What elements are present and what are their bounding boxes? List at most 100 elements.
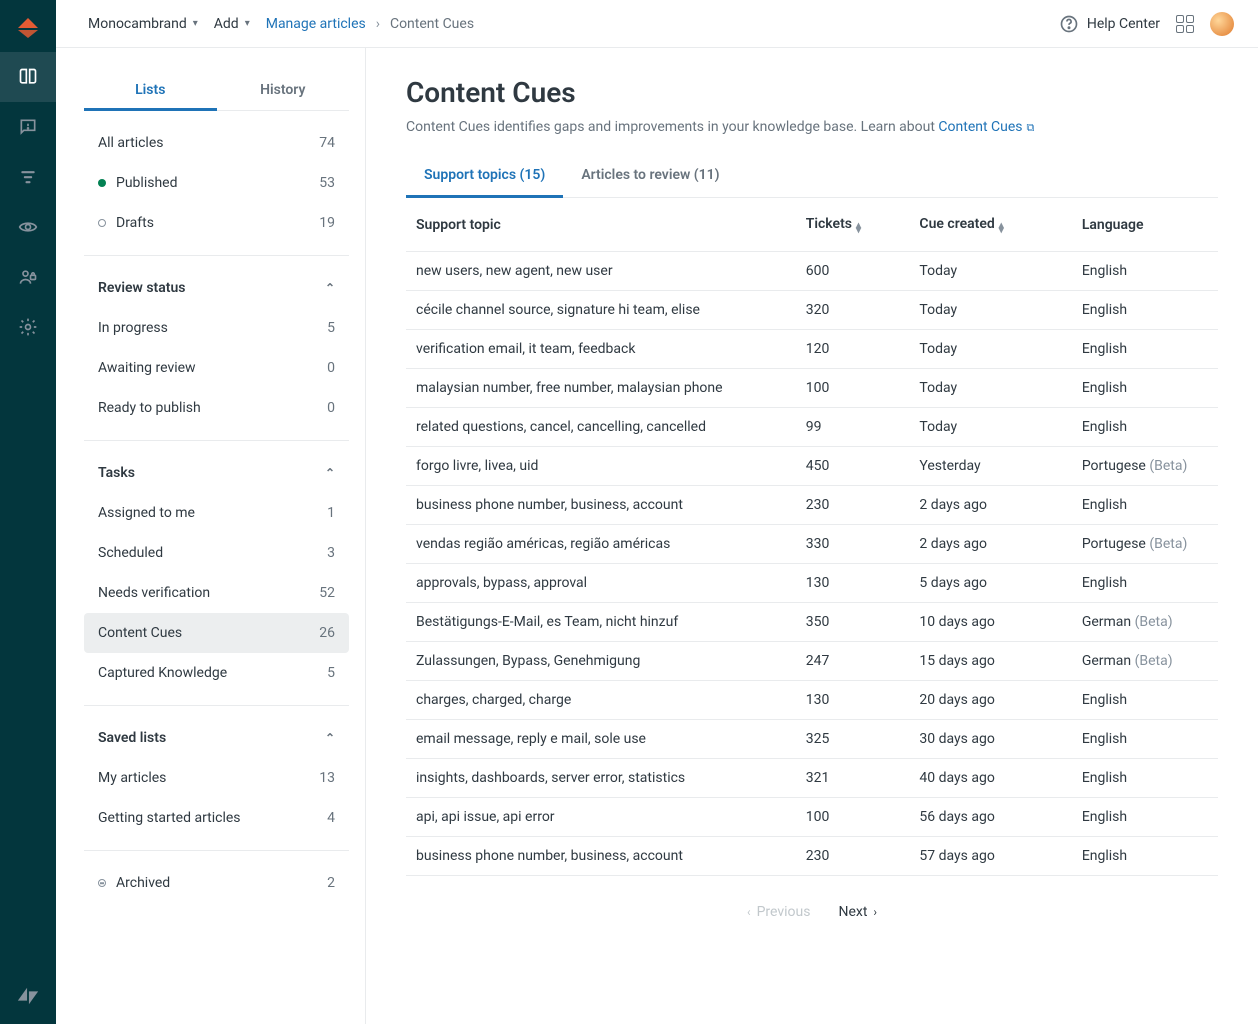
breadcrumb-manage-articles[interactable]: Manage articles: [266, 16, 366, 32]
tab-lists[interactable]: Lists: [84, 72, 217, 111]
tab-articles-to-review[interactable]: Articles to review (11): [563, 155, 737, 197]
app-switcher-icon[interactable]: [1176, 15, 1194, 33]
sidebar-item-label: Content Cues: [98, 625, 182, 641]
external-link-icon: ⧉: [1027, 121, 1035, 135]
cell-topic: forgo livre, livea, uid: [406, 447, 796, 486]
table-row[interactable]: verification email, it team, feedback120…: [406, 330, 1218, 369]
status-dot-icon: [98, 219, 106, 227]
sidebar-item-archived[interactable]: Archived 2: [84, 863, 349, 903]
sidebar-item-count: 2: [327, 875, 335, 891]
sidebar-item[interactable]: Content Cues 26: [84, 613, 349, 653]
chevron-left-icon: ‹: [747, 905, 751, 919]
table-row[interactable]: business phone number, business, account…: [406, 486, 1218, 525]
table-row[interactable]: api, api issue, api error10056 days agoE…: [406, 798, 1218, 837]
section-title: Saved lists: [98, 730, 166, 746]
sidebar-item-count: 5: [327, 320, 335, 336]
sidebar-item[interactable]: Captured Knowledge 5: [84, 653, 349, 693]
sidebar-item[interactable]: All articles74: [84, 123, 349, 163]
tab-history[interactable]: History: [217, 72, 350, 110]
cell-topic: email message, reply e mail, sole use: [406, 720, 796, 759]
table-row[interactable]: new users, new agent, new user600TodayEn…: [406, 252, 1218, 291]
cell-created: 2 days ago: [909, 486, 1071, 525]
sidebar-item-label: Ready to publish: [98, 400, 201, 416]
sort-icon: ▴▾: [999, 223, 1004, 233]
content-cues-doc-link[interactable]: Content Cues⧉: [938, 119, 1034, 135]
table-row[interactable]: business phone number, business, account…: [406, 837, 1218, 876]
sidebar-item-count: 19: [319, 215, 335, 231]
sidebar-item[interactable]: Published53: [84, 163, 349, 203]
nav-permissions[interactable]: [0, 252, 56, 302]
sidebar-item-count: 26: [319, 625, 335, 641]
cell-created: 5 days ago: [909, 564, 1071, 603]
cell-language: English: [1072, 291, 1218, 330]
next-button[interactable]: Next›: [838, 904, 877, 920]
nav-customize[interactable]: [0, 202, 56, 252]
add-label: Add: [214, 16, 239, 32]
cell-topic: insights, dashboards, server error, stat…: [406, 759, 796, 798]
table-row[interactable]: approvals, bypass, approval1305 days ago…: [406, 564, 1218, 603]
chevron-up-icon: ⌃: [325, 466, 335, 480]
sidebar-item-count: 5: [327, 665, 335, 681]
cell-tickets: 450: [796, 447, 910, 486]
help-center-label: Help Center: [1087, 16, 1160, 32]
section-tasks[interactable]: Tasks ⌃: [84, 453, 349, 493]
table-row[interactable]: charges, charged, charge13020 days agoEn…: [406, 681, 1218, 720]
cell-language: English: [1072, 369, 1218, 408]
table-row[interactable]: related questions, cancel, cancelling, c…: [406, 408, 1218, 447]
cell-created: Today: [909, 369, 1071, 408]
col-tickets[interactable]: Tickets▴▾: [796, 198, 910, 252]
nav-moderate[interactable]: [0, 102, 56, 152]
sidebar-item-label: Getting started articles: [98, 810, 241, 826]
add-dropdown[interactable]: Add ▾: [214, 16, 250, 32]
cell-created: 10 days ago: [909, 603, 1071, 642]
table-row[interactable]: Zulassungen, Bypass, Genehmigung24715 da…: [406, 642, 1218, 681]
workspace-dropdown[interactable]: Monocambrand ▾: [88, 16, 198, 32]
sidebar-item[interactable]: Ready to publish0: [84, 388, 349, 428]
nav-arrange[interactable]: [0, 152, 56, 202]
sidebar-item[interactable]: Needs verification52: [84, 573, 349, 613]
cell-tickets: 247: [796, 642, 910, 681]
sidebar-item-label: All articles: [98, 135, 163, 151]
cell-tickets: 321: [796, 759, 910, 798]
zendesk-logo: [0, 968, 56, 1024]
table-row[interactable]: forgo livre, livea, uid450YesterdayPortu…: [406, 447, 1218, 486]
sidebar-item-label: Awaiting review: [98, 360, 196, 376]
avatar[interactable]: [1210, 12, 1234, 36]
sidebar-item[interactable]: Scheduled3: [84, 533, 349, 573]
cell-topic: business phone number, business, account: [406, 486, 796, 525]
status-dot-icon: [98, 179, 106, 187]
sidebar-item[interactable]: My articles13: [84, 758, 349, 798]
sidebar-item-label: My articles: [98, 770, 166, 786]
cell-topic: api, api issue, api error: [406, 798, 796, 837]
sidebar-item[interactable]: Assigned to me1: [84, 493, 349, 533]
sidebar-item[interactable]: Drafts 19: [84, 203, 349, 243]
table-row[interactable]: malaysian number, free number, malaysian…: [406, 369, 1218, 408]
sidebar-item[interactable]: Awaiting review0: [84, 348, 349, 388]
nav-guide[interactable]: [0, 52, 56, 102]
nav-rail: [0, 0, 56, 1024]
table-row[interactable]: insights, dashboards, server error, stat…: [406, 759, 1218, 798]
table-row[interactable]: cécile channel source, signature hi team…: [406, 291, 1218, 330]
cell-tickets: 120: [796, 330, 910, 369]
col-cue-created[interactable]: Cue created▴▾: [909, 198, 1071, 252]
breadcrumb-current: Content Cues: [390, 16, 474, 32]
table-row[interactable]: Bestätigungs-E-Mail, es Team, nicht hinz…: [406, 603, 1218, 642]
tab-support-topics[interactable]: Support topics (15): [406, 155, 563, 198]
sidebar-item-label: Drafts: [116, 215, 154, 231]
topics-table: Support topic Tickets▴▾ Cue created▴▾ La…: [406, 198, 1218, 876]
section-saved-lists[interactable]: Saved lists ⌃: [84, 718, 349, 758]
section-review-status[interactable]: Review status ⌃: [84, 268, 349, 308]
content: Content Cues Content Cues identifies gap…: [366, 48, 1258, 1024]
sidebar-item-label: Captured Knowledge: [98, 665, 227, 681]
cell-created: Today: [909, 291, 1071, 330]
cell-language: Portugese (Beta): [1072, 447, 1218, 486]
table-row[interactable]: vendas região américas, região américas3…: [406, 525, 1218, 564]
col-language[interactable]: Language: [1072, 198, 1218, 252]
sidebar-item[interactable]: In progress5: [84, 308, 349, 348]
help-center-link[interactable]: Help Center: [1059, 14, 1160, 34]
sidebar-item[interactable]: Getting started articles4: [84, 798, 349, 838]
cell-tickets: 230: [796, 486, 910, 525]
nav-settings[interactable]: [0, 302, 56, 352]
col-support-topic[interactable]: Support topic: [406, 198, 796, 252]
table-row[interactable]: email message, reply e mail, sole use325…: [406, 720, 1218, 759]
